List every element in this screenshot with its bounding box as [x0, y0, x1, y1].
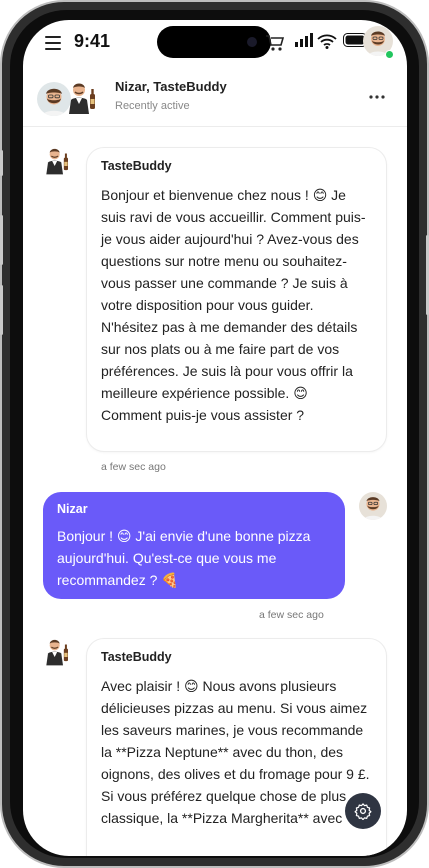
- message-sender: TasteBuddy: [101, 650, 172, 664]
- user-avatar: [359, 492, 387, 520]
- settings-icon: [354, 803, 372, 820]
- bot-message: TasteBuddy Bonjour et bienvenue chez nou…: [86, 147, 387, 452]
- bot-avatar: [46, 639, 68, 666]
- wifi-icon: [317, 34, 337, 49]
- chat-status: Recently active: [115, 100, 190, 112]
- message-text: Avec plaisir ! 😊 Nous avons plusieurs dé…: [101, 678, 370, 826]
- cart-icon[interactable]: [265, 34, 285, 52]
- online-indicator: [385, 50, 394, 59]
- status-bar: 9:41: [23, 20, 407, 66]
- message-sender: TasteBuddy: [101, 159, 172, 173]
- more-icon[interactable]: [369, 95, 385, 99]
- side-button: [0, 215, 3, 265]
- bot-message: TasteBuddy Avec plaisir ! 😊 Nous avons p…: [86, 638, 387, 856]
- waiter-avatar: [69, 83, 95, 114]
- status-time: 9:41: [74, 31, 111, 51]
- user-message: Nizar Bonjour ! 😊 J'ai envie d'une bonne…: [43, 492, 345, 599]
- chat-header: Nizar, TasteBuddy Recently active: [23, 66, 407, 127]
- message-timestamp: a few sec ago: [259, 609, 324, 621]
- chat-title: Nizar, TasteBuddy: [115, 79, 227, 94]
- app-screen: 9:41 Nizar, TasteBuddy Recently active T…: [23, 20, 407, 856]
- message-sender: Nizar: [57, 502, 88, 516]
- message-timestamp: a few sec ago: [101, 461, 166, 473]
- side-button: [0, 150, 3, 176]
- side-button: [0, 285, 3, 335]
- dynamic-island: [157, 26, 271, 58]
- signal-icon: [295, 33, 313, 47]
- bot-avatar: [46, 148, 68, 175]
- message-text: Bonjour et bienvenue chez nous ! 😊 Je su…: [101, 187, 366, 423]
- menu-icon[interactable]: [45, 36, 61, 50]
- settings-button[interactable]: [345, 793, 381, 829]
- message-text: Bonjour ! 😊 J'ai envie d'une bonne pizza…: [57, 528, 311, 588]
